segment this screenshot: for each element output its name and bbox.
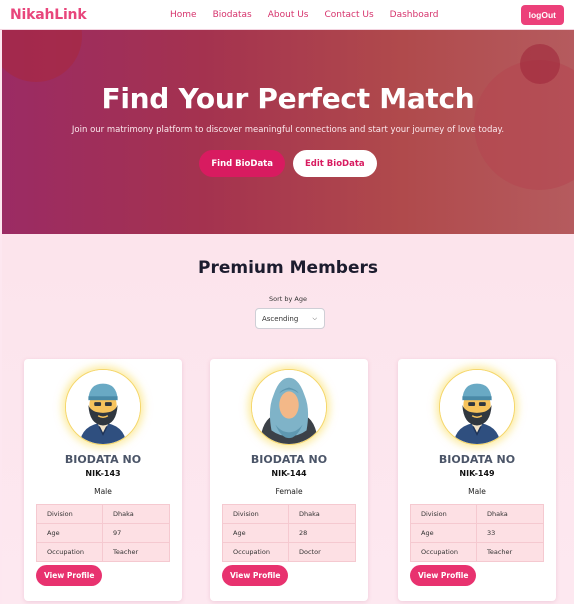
info-row-occupation: Occupation Doctor [222, 542, 356, 562]
view-profile-button[interactable]: View Profile [222, 565, 289, 586]
nav-link-about-us[interactable]: About Us [268, 10, 309, 20]
info-row-age: Age 28 [222, 523, 356, 543]
member-info-table: Division Dhaka Age 97 Occupation Teacher [36, 504, 170, 562]
biodata-heading: BIODATA NO [64, 453, 142, 466]
member-card: BIODATA NO NIK-143 Male Division Dhaka A… [24, 359, 182, 601]
info-row-occupation: Occupation Teacher [410, 542, 544, 562]
info-value: Dhaka [476, 504, 544, 524]
nav-menu: Home Biodatas About Us Contact Us Dashbo… [170, 0, 438, 30]
logo[interactable]: NikahLink [10, 7, 87, 23]
gender-label: Male [468, 487, 486, 496]
biodata-heading: BIODATA NO [438, 453, 516, 466]
biodata-number: NIK-143 [85, 469, 121, 478]
navbar: NikahLink Home Biodatas About Us Contact… [0, 0, 574, 30]
info-row-age: Age 97 [36, 523, 170, 543]
biodata-heading: BIODATA NO [250, 453, 328, 466]
info-row-division: Division Dhaka [222, 504, 356, 524]
logout-button[interactable]: logOut [520, 5, 564, 25]
info-value: Dhaka [102, 504, 170, 524]
info-value: Teacher [476, 542, 544, 562]
decorative-circle [2, 30, 82, 82]
male-avatar-icon [439, 369, 515, 445]
find-biodata-button[interactable]: Find BioData [199, 150, 285, 177]
info-row-occupation: Occupation Teacher [36, 542, 170, 562]
nav-link-biodatas[interactable]: Biodatas [213, 10, 252, 20]
info-value: 33 [476, 523, 544, 543]
info-label: Age [410, 523, 477, 543]
info-label: Age [222, 523, 289, 543]
view-profile-button[interactable]: View Profile [410, 565, 477, 586]
gender-label: Female [275, 487, 303, 496]
info-label: Occupation [410, 542, 477, 562]
nav-link-contact-us[interactable]: Contact Us [324, 10, 373, 20]
info-value: 97 [102, 523, 170, 543]
info-label: Occupation [222, 542, 289, 562]
info-value: Teacher [102, 542, 170, 562]
sort-label: Sort by Age [268, 295, 307, 303]
info-label: Occupation [36, 542, 103, 562]
info-row-division: Division Dhaka [36, 504, 170, 524]
info-value: Dhaka [288, 504, 356, 524]
info-value: Doctor [288, 542, 356, 562]
info-label: Division [410, 504, 477, 524]
hero-actions: Find BioData Edit BioData [2, 150, 574, 177]
info-row-division: Division Dhaka [410, 504, 544, 524]
hero-subtitle: Join our matrimony platform to discover … [71, 125, 505, 135]
sort-selected-value: Ascending [262, 314, 299, 323]
sort-by-age-select[interactable]: Ascending ⌵ [255, 308, 325, 329]
hero-title: Find Your Perfect Match [101, 82, 475, 115]
member-card: BIODATA NO NIK-149 Male Division Dhaka A… [398, 359, 556, 601]
info-value: 28 [288, 523, 356, 543]
view-profile-button[interactable]: View Profile [36, 565, 103, 586]
member-card: BIODATA NO NIK-144 Female Division Dhaka… [210, 359, 368, 601]
info-label: Age [36, 523, 103, 543]
info-label: Division [222, 504, 289, 524]
member-info-table: Division Dhaka Age 28 Occupation Doctor [222, 504, 356, 562]
member-info-table: Division Dhaka Age 33 Occupation Teacher [410, 504, 544, 562]
edit-biodata-button[interactable]: Edit BioData [292, 150, 377, 177]
gender-label: Male [94, 487, 112, 496]
hero-banner: Find Your Perfect Match Join our matrimo… [2, 30, 574, 234]
info-label: Division [36, 504, 103, 524]
male-avatar-icon [65, 369, 141, 445]
chevron-down-icon: ⌵ [312, 315, 317, 322]
female-avatar-icon [251, 369, 327, 445]
biodata-number: NIK-149 [459, 469, 495, 478]
biodata-number: NIK-144 [271, 469, 307, 478]
info-row-age: Age 33 [410, 523, 544, 543]
decorative-circle [520, 44, 560, 84]
nav-link-home[interactable]: Home [170, 10, 197, 20]
nav-link-dashboard[interactable]: Dashboard [390, 10, 439, 20]
section-title: Premium Members [197, 258, 378, 278]
premium-members-section: Premium Members Sort by Age Ascending ⌵ … [2, 234, 574, 604]
